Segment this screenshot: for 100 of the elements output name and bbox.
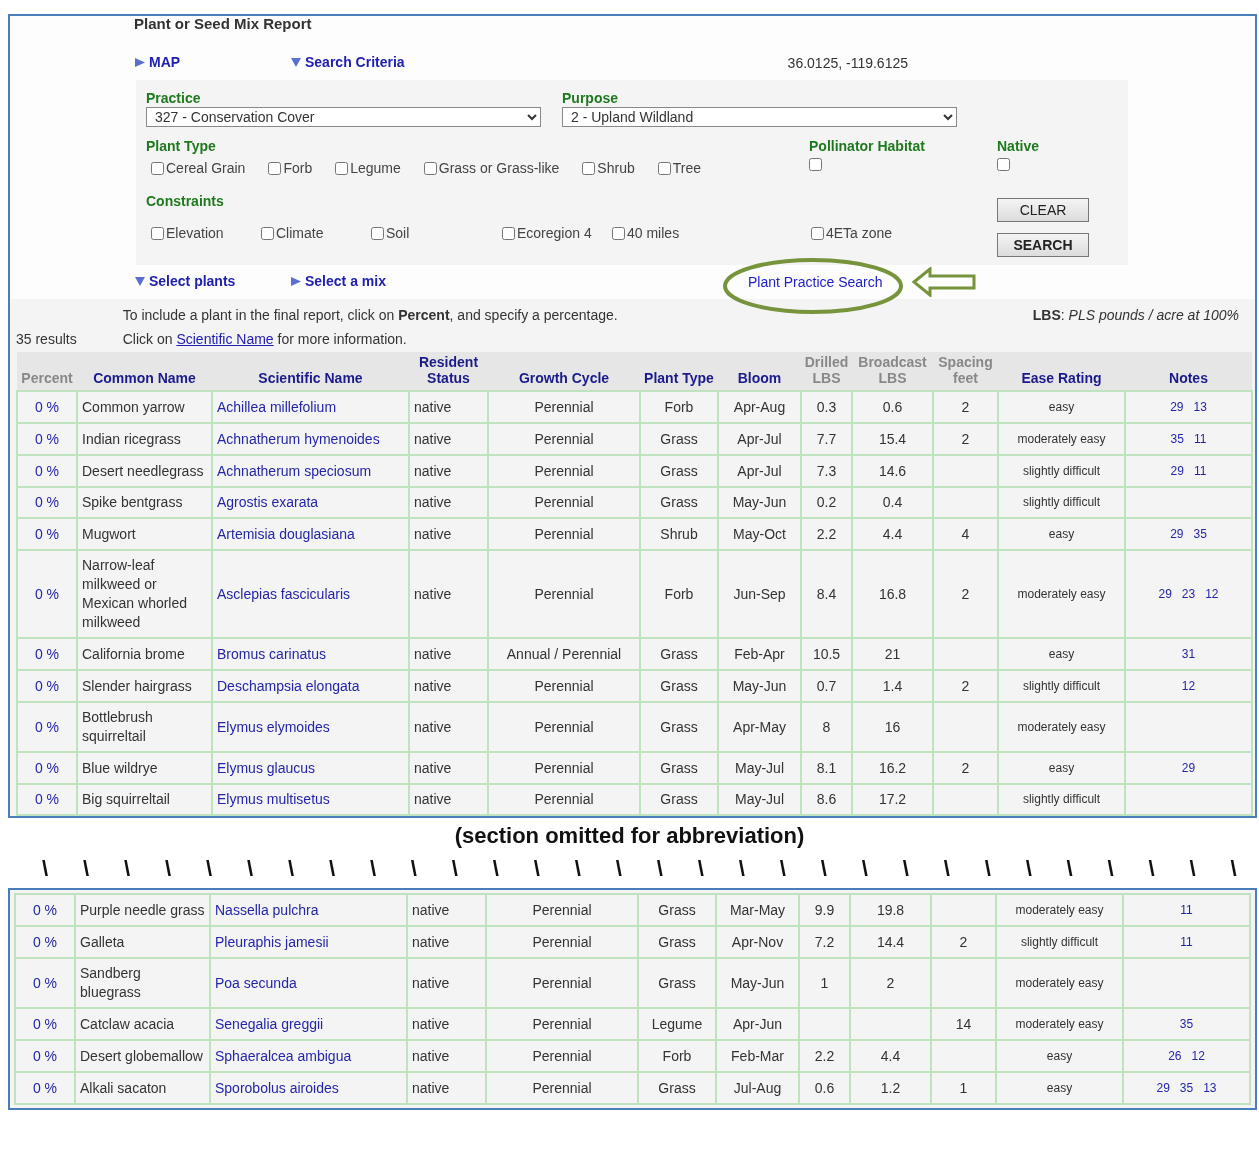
- table-cell: Jul-Aug: [716, 1072, 799, 1104]
- table-cell: May-Jul: [718, 784, 801, 815]
- column-header: Drilled LBS: [801, 352, 852, 391]
- table-cell: 1.2: [850, 1072, 931, 1104]
- section-toggle[interactable]: Select a mix: [290, 271, 386, 292]
- field-label: Purpose: [562, 90, 619, 107]
- note-link[interactable]: 29: [1181, 761, 1196, 775]
- checkbox[interactable]: [502, 227, 515, 240]
- note-link[interactable]: 11: [1180, 903, 1193, 917]
- column-header[interactable]: Plant Type: [640, 352, 718, 391]
- table-cell: 2: [850, 958, 931, 1008]
- note-link[interactable]: 29: [1170, 400, 1184, 414]
- column-header[interactable]: Common Name: [77, 352, 212, 391]
- break-mark: \: [1189, 855, 1196, 883]
- note-link[interactable]: 26: [1168, 1049, 1182, 1063]
- table-cell: slightly difficult: [998, 670, 1125, 702]
- table-cell: easy: [998, 752, 1125, 784]
- column-header: Percent: [17, 352, 77, 391]
- table-cell: easy: [998, 391, 1125, 423]
- checkbox-label: Legume: [350, 159, 401, 178]
- section-toggle[interactable]: Select plants: [134, 271, 236, 292]
- section-toggle[interactable]: Search Criteria: [290, 52, 405, 73]
- break-mark: \: [574, 855, 581, 883]
- section-toggle[interactable]: MAP: [134, 52, 181, 73]
- checkbox[interactable]: [335, 162, 349, 175]
- column-header[interactable]: Bloom: [718, 352, 801, 391]
- table-cell: native: [409, 638, 488, 670]
- note-link[interactable]: 11: [1193, 432, 1207, 446]
- note-link[interactable]: 31: [1181, 647, 1196, 661]
- table-cell: Mugwort: [77, 518, 212, 550]
- note-link[interactable]: 13: [1203, 1081, 1217, 1095]
- table-cell: California brome: [77, 638, 212, 670]
- scientific-name-link[interactable]: Asclepias fascicularis: [217, 585, 351, 602]
- scientific-name-link[interactable]: Scientific Name: [176, 331, 274, 347]
- left-arrow-icon: [910, 267, 977, 297]
- column-header[interactable]: Growth Cycle: [488, 352, 640, 391]
- note-link[interactable]: 35: [1179, 1081, 1194, 1095]
- table-cell: 2: [931, 926, 996, 958]
- note-link[interactable]: 29: [1170, 527, 1184, 541]
- note-link[interactable]: 29: [1170, 464, 1184, 478]
- note-link[interactable]: 11: [1180, 935, 1193, 949]
- note-link[interactable]: 29: [1158, 587, 1172, 601]
- table-cell: native: [407, 958, 486, 1008]
- table-cell: Alkali sacaton: [75, 1072, 210, 1104]
- note-link[interactable]: 35: [1179, 1017, 1194, 1031]
- table-cell: moderately easy: [998, 550, 1125, 638]
- table-cell: May-Oct: [718, 518, 801, 550]
- checkbox[interactable]: [423, 162, 437, 175]
- checkbox[interactable]: [582, 162, 596, 175]
- break-mark: \: [410, 855, 417, 883]
- note-link[interactable]: 11: [1193, 464, 1207, 478]
- note-link[interactable]: 29: [1156, 1081, 1170, 1095]
- note-link[interactable]: 23: [1181, 587, 1196, 601]
- table-cell: Narrow-leaf milkweed or Mexican whorled milkweed: [77, 550, 212, 638]
- checkbox[interactable]: [151, 162, 164, 175]
- search-button[interactable]: SEARCH: [997, 233, 1089, 257]
- column-header[interactable]: Scientific Name: [212, 352, 409, 391]
- legend-text: LBS: PLS pounds / acre at 100%: [1032, 306, 1240, 325]
- clear-button[interactable]: CLEAR: [997, 198, 1089, 222]
- checkbox[interactable]: [809, 158, 822, 171]
- percent-link[interactable]: 0 %: [34, 718, 60, 735]
- break-mark: \: [902, 855, 909, 883]
- table-cell: 0.3: [801, 391, 852, 423]
- checkbox[interactable]: [151, 227, 164, 240]
- checkbox[interactable]: [268, 162, 282, 175]
- scientific-name-link[interactable]: Poa secunda: [215, 974, 297, 991]
- column-header[interactable]: Notes: [1125, 352, 1252, 391]
- table-cell: Grass: [638, 894, 716, 926]
- note-link[interactable]: 12: [1191, 1049, 1205, 1063]
- percent-link[interactable]: 0 %: [34, 585, 60, 602]
- checkbox[interactable]: [612, 227, 625, 240]
- table-cell: 2.2: [801, 518, 852, 550]
- column-header[interactable]: Ease Rating: [998, 352, 1125, 391]
- note-link[interactable]: 35: [1170, 432, 1184, 446]
- table-cell: 7.3: [801, 455, 852, 487]
- checkbox[interactable]: [657, 162, 671, 175]
- note-link[interactable]: 35: [1193, 527, 1207, 541]
- checkbox[interactable]: [811, 227, 824, 240]
- table-cell: 9.9: [799, 894, 850, 926]
- scientific-name-link[interactable]: Elymus elymoides: [217, 718, 330, 735]
- field-label: Plant Type: [146, 138, 217, 155]
- column-header[interactable]: Resident Status: [409, 352, 488, 391]
- checkbox[interactable]: [997, 158, 1010, 171]
- break-mark: \: [287, 855, 295, 883]
- table-cell: moderately easy: [996, 894, 1123, 926]
- checkbox[interactable]: [261, 227, 274, 240]
- note-link[interactable]: 12: [1205, 587, 1219, 601]
- checkbox[interactable]: [371, 227, 384, 240]
- table-cell: Purple needle grass: [75, 894, 210, 926]
- note-link[interactable]: 12: [1181, 679, 1196, 693]
- table-cell: Grass: [640, 455, 718, 487]
- table-cell: native: [409, 487, 488, 518]
- percent-link[interactable]: 0 %: [32, 974, 58, 991]
- break-mark: \: [1025, 855, 1032, 883]
- table-cell: Perennial: [486, 958, 638, 1008]
- break-mark: \: [656, 855, 663, 883]
- dropdown[interactable]: 327 - Conservation Cover: [146, 107, 541, 127]
- dropdown[interactable]: 2 - Upland Wildland: [562, 107, 957, 127]
- note-link[interactable]: 13: [1193, 400, 1207, 414]
- table-cell: Perennial: [488, 702, 640, 752]
